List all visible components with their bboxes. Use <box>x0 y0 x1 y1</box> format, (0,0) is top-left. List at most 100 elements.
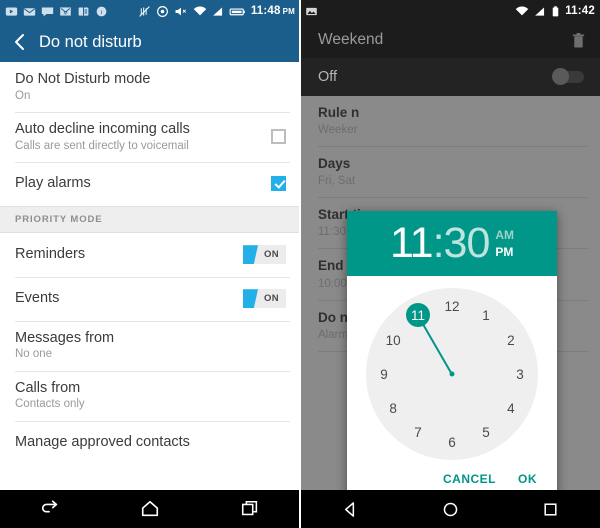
right-status-bar: 11:42 <box>300 0 600 22</box>
row-primary: Do Not Disturb mode <box>15 71 151 87</box>
meridiem-selector: AM PM <box>495 229 514 258</box>
clock-number-8[interactable]: 8 <box>381 396 405 420</box>
minute-value[interactable]: 30 <box>444 219 491 267</box>
recents-square-icon[interactable] <box>542 501 559 518</box>
row-primary: Play alarms <box>15 175 91 192</box>
battery-icon <box>229 7 245 15</box>
chat-bubble-icon <box>41 6 54 16</box>
reminders-toggle[interactable]: ON <box>243 245 286 265</box>
dnd-circle-icon <box>156 5 168 17</box>
back-icon[interactable] <box>39 499 61 519</box>
row-secondary: Fri, Sat <box>318 175 356 188</box>
auto-decline-checkbox[interactable] <box>271 129 286 145</box>
info-circle-icon: i <box>96 6 107 16</box>
list-item-days[interactable]: Days Fri, Sat <box>300 147 600 199</box>
clock-number-1[interactable]: 1 <box>474 303 498 327</box>
dual-phone-screenshot: M i 11:48 PM Do not disturb Do Not Distu… <box>0 0 600 528</box>
row-primary: Reminders <box>15 246 86 263</box>
cancel-button[interactable]: CANCEL <box>443 472 496 486</box>
list-item-manage-approved-contacts[interactable]: Manage approved contacts <box>0 420 300 465</box>
list-item-reminders[interactable]: Reminders ON <box>0 233 300 277</box>
rule-enable-label: Off <box>318 69 338 85</box>
clock-number-5[interactable]: 5 <box>474 421 498 445</box>
rule-title: Weekend <box>318 31 384 48</box>
section-header-priority-mode: PRIORITY MODE <box>0 205 300 233</box>
clock-number-6[interactable]: 6 <box>440 430 464 454</box>
svg-text:i: i <box>101 8 103 15</box>
page-title: Do not disturb <box>39 32 142 51</box>
ok-button[interactable]: OK <box>518 472 537 486</box>
left-status-system-icons: 11:48 PM <box>138 5 295 18</box>
wifi-icon <box>193 5 207 15</box>
rule-enable-switch[interactable] <box>550 68 584 85</box>
clock-number-7[interactable]: 7 <box>406 421 430 445</box>
clock-number-4[interactable]: 4 <box>499 396 523 420</box>
recents-icon[interactable] <box>239 499 261 519</box>
left-status-notification-icons: M i <box>5 5 108 18</box>
pm-option[interactable]: PM <box>495 246 514 258</box>
left-app-bar: Do not disturb <box>0 22 300 62</box>
right-status-time: 11:42 <box>565 5 595 17</box>
row-primary: Calls from <box>15 379 81 396</box>
toggle-knob <box>243 245 258 265</box>
wifi-icon <box>515 5 529 15</box>
back-triangle-icon[interactable] <box>342 501 359 518</box>
list-item-play-alarms[interactable]: Play alarms <box>0 161 300 206</box>
clock-center-dot <box>449 371 455 377</box>
list-item-calls-from[interactable]: Calls from Contacts only <box>0 370 300 421</box>
right-navigation-bar <box>300 490 600 528</box>
toggle-knob <box>243 289 258 309</box>
row-primary: Events <box>15 290 60 307</box>
clock-number-12[interactable]: 12 <box>440 294 464 318</box>
clock-number-11[interactable]: 11 <box>406 303 430 328</box>
clock-face[interactable]: 1 2 3 4 5 6 7 8 9 10 11 12 <box>366 288 538 460</box>
volume-mute-icon <box>175 7 186 15</box>
row-primary: Manage approved contacts <box>15 434 190 451</box>
toggle-label: ON <box>263 249 279 261</box>
envelope-icon <box>23 7 36 16</box>
time-picker-dialog: 11:30 AM PM 1 2 3 4 5 6 7 8 9 10 11 12 CANCEL OK <box>347 211 557 500</box>
row-secondary: Weeker <box>318 124 358 137</box>
right-phone-screen: 11:42 Weekend Off Rule n Weeker Days Fri… <box>300 0 600 528</box>
flipboard-icon <box>78 6 89 16</box>
battery-icon <box>552 5 559 16</box>
rule-settings-list: Rule n Weeker Days Fri, Sat Start ti 11:… <box>300 96 600 512</box>
signal-icon <box>535 6 545 16</box>
clock-number-9[interactable]: 9 <box>372 362 396 386</box>
home-icon[interactable] <box>139 499 161 519</box>
svg-text:M: M <box>63 10 67 16</box>
back-arrow-icon[interactable] <box>12 33 28 51</box>
clock-number-2[interactable]: 2 <box>499 328 523 352</box>
row-primary: Days <box>318 156 351 172</box>
trash-icon[interactable] <box>571 32 586 49</box>
screenshot-icon <box>306 7 317 15</box>
gmail-icon: M <box>60 6 71 16</box>
right-app-bar: Weekend <box>300 22 600 58</box>
list-item-rule-name[interactable]: Rule n Weeker <box>300 96 600 148</box>
hour-value[interactable]: 11 <box>390 219 434 267</box>
clock-number-10[interactable]: 10 <box>381 328 405 352</box>
no-vibrate-icon <box>139 5 150 17</box>
left-status-bar: M i 11:48 PM <box>0 0 300 22</box>
row-primary: Rule n <box>318 105 360 120</box>
clock-number-3[interactable]: 3 <box>508 362 532 386</box>
list-item-messages-from[interactable]: Messages from No one <box>0 320 300 371</box>
right-status-notification-icons <box>305 5 318 18</box>
left-navigation-bar <box>0 490 300 528</box>
list-item-dnd-mode[interactable]: Do Not Disturb mode On <box>0 62 300 112</box>
list-item-events[interactable]: Events ON <box>0 276 300 321</box>
list-item-auto-decline-calls[interactable]: Auto decline incoming calls Calls are se… <box>0 111 300 162</box>
events-toggle[interactable]: ON <box>243 289 286 309</box>
left-phone-screen: M i 11:48 PM Do not disturb Do Not Distu… <box>0 0 300 528</box>
rule-enable-bar[interactable]: Off <box>300 58 600 96</box>
row-primary: Messages from <box>15 329 115 346</box>
play-alarms-checkbox[interactable] <box>271 176 286 192</box>
am-option[interactable]: AM <box>495 229 514 241</box>
right-status-system-icons: 11:42 <box>515 5 595 18</box>
row-secondary: Calls are sent directly to voicemail <box>15 139 189 152</box>
toggle-label: ON <box>263 293 279 305</box>
row-secondary: Contacts only <box>15 398 85 411</box>
row-secondary: On <box>15 89 31 102</box>
row-secondary: No one <box>15 348 53 361</box>
home-circle-icon[interactable] <box>442 501 459 518</box>
